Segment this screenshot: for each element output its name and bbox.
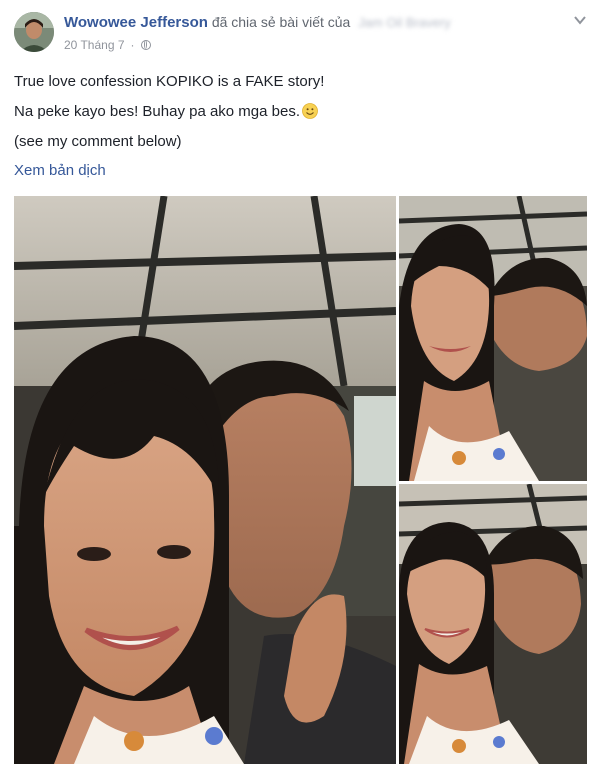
selfie-top-right-image (399, 196, 587, 481)
shared-text: đã chia sẻ bài viết của (211, 14, 351, 30)
facebook-post: Wowowee Jefferson đã chia sẻ bài viết củ… (0, 0, 600, 764)
post-header: Wowowee Jefferson đã chia sẻ bài viết củ… (64, 14, 451, 31)
see-translation-link[interactable]: Xem bản dịch (14, 162, 106, 179)
post-line-2: Na peke kayo bes! Buhay pa ako mga bes. (14, 103, 301, 120)
globe-icon[interactable] (140, 40, 151, 50)
chevron-down-icon[interactable] (570, 12, 590, 28)
shared-from-name[interactable]: Jam Oil Bravery (358, 15, 450, 30)
avatar[interactable] (14, 12, 54, 52)
author-name[interactable]: Wowowee Jefferson (64, 14, 208, 31)
selfie-bottom-right-image (399, 484, 587, 764)
photo-top-right[interactable] (399, 196, 587, 481)
post-meta: 20 Tháng 7 · (64, 38, 151, 52)
post-line-3: (see my comment below) (14, 133, 182, 150)
avatar-image (14, 12, 54, 52)
post-date[interactable]: 20 Tháng 7 (64, 38, 125, 52)
smiley-icon (302, 103, 318, 119)
photo-main[interactable] (14, 196, 396, 764)
post-text: True love confession KOPIKO is a FAKE st… (14, 72, 324, 162)
post-line-2-wrapper: Na peke kayo bes! Buhay pa ako mga bes. (14, 102, 324, 122)
selfie-main-image (14, 196, 396, 764)
photo-bottom-right[interactable] (399, 484, 587, 764)
meta-separator: · (130, 38, 135, 52)
post-line-1: True love confession KOPIKO is a FAKE st… (14, 73, 325, 90)
